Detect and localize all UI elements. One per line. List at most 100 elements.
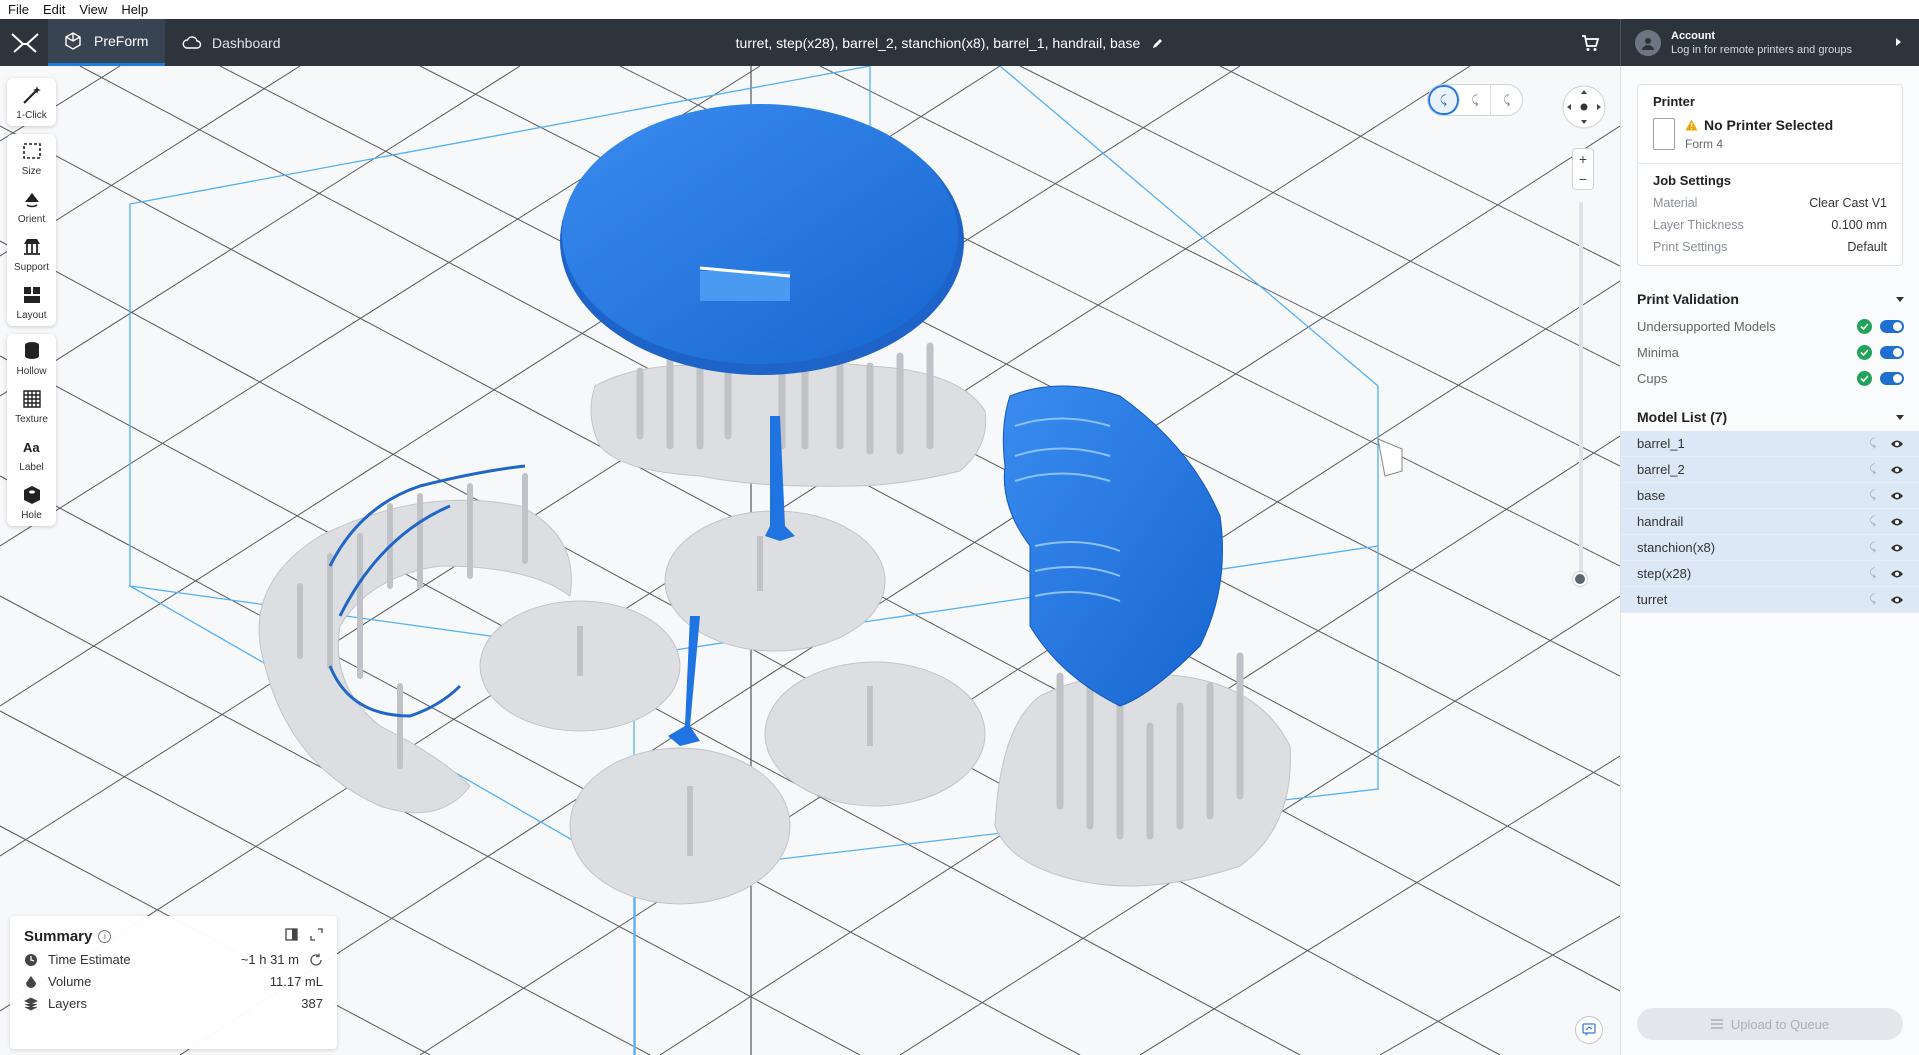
check-icon [1857, 344, 1872, 360]
tool-label: Orient [17, 213, 46, 225]
validation-toggle[interactable] [1880, 371, 1904, 385]
eye-icon[interactable] [1890, 517, 1904, 527]
model-list-item[interactable]: barrel_1 ⤹ [1621, 431, 1919, 457]
job-key: Print Settings [1653, 240, 1728, 254]
model-list-header[interactable]: Model List (7) [1621, 403, 1919, 431]
model-name: stanchion(x8) [1637, 540, 1716, 555]
tool-1-click[interactable]: 1-Click [7, 78, 56, 126]
build-platform-scene[interactable] [0, 66, 1620, 1055]
feedback-button[interactable] [1575, 1016, 1603, 1044]
eye-icon[interactable] [1890, 439, 1904, 449]
zoom-out-button[interactable]: − [1573, 169, 1593, 189]
support-status-icon: ⤹ [1869, 567, 1876, 579]
layout-icon [23, 286, 40, 303]
build-viewport[interactable]: 1-Click Size Orient Support Layout Hollo… [0, 66, 1620, 1055]
tool-label: Hollow [16, 365, 47, 377]
printer-row: No Printer Selected Form 4 [1653, 117, 1887, 151]
model-list-item[interactable]: stanchion(x8) ⤹ [1621, 535, 1919, 561]
menu-edit[interactable]: Edit [43, 2, 65, 17]
model-list-item[interactable]: barrel_2 ⤹ [1621, 457, 1919, 483]
view-mode-layers[interactable]: ⤹ [1491, 85, 1522, 115]
tool-orient[interactable]: Orient [7, 182, 56, 230]
tool-size[interactable]: Size [7, 134, 56, 182]
model-list-item[interactable]: turret ⤹ [1621, 587, 1919, 613]
info-icon[interactable]: i [98, 930, 112, 943]
tab-preform[interactable]: PreForm [48, 19, 165, 66]
model-list-item[interactable]: step(x28) ⤹ [1621, 561, 1919, 587]
validation-row: Cups [1621, 365, 1919, 391]
printer-card[interactable]: Printer No Printer Selected Form 4 Job S… [1637, 84, 1903, 266]
printer-section: Printer No Printer Selected Form 4 [1638, 85, 1902, 164]
summary-title: Summary [24, 928, 93, 945]
job-key: Layer Thickness [1653, 218, 1744, 232]
account-button[interactable]: Account Log in for remote printers and g… [1620, 19, 1919, 66]
model-list-item[interactable]: handrail ⤹ [1621, 509, 1919, 535]
navigation-pad[interactable] [1561, 84, 1607, 130]
eye-icon[interactable] [1890, 491, 1904, 501]
eye-icon[interactable] [1890, 595, 1904, 605]
model-list-title: Model List (7) [1637, 409, 1728, 425]
turret-disk-model[interactable] [560, 104, 964, 375]
tool-hollow[interactable]: Hollow [7, 334, 56, 382]
support-status-icon: ⤹ [1869, 515, 1876, 527]
printer-thumbnail-icon [1653, 118, 1675, 150]
tool-hole[interactable]: Hole [7, 478, 56, 526]
collapse-icon[interactable] [310, 928, 323, 941]
job-title[interactable]: turret, step(x28), barrel_2, stanchion(x… [600, 19, 1300, 66]
tool-label-tool[interactable]: Aa Label [7, 430, 56, 478]
menu-view[interactable]: View [79, 2, 107, 17]
layer-slider-handle[interactable] [1573, 572, 1587, 586]
validation-toggle[interactable] [1880, 345, 1904, 359]
tab-dashboard[interactable]: Dashboard [170, 19, 295, 66]
print-validation-header[interactable]: Print Validation [1621, 285, 1919, 313]
refresh-icon[interactable] [309, 953, 323, 967]
layers-icon [24, 997, 38, 1010]
summary-value: 11.17 mL [269, 974, 323, 989]
menu-help[interactable]: Help [121, 2, 148, 17]
panel-toggle-icon[interactable] [285, 928, 298, 941]
view-mode-supports[interactable]: ⤹ [1460, 85, 1492, 115]
orient-icon [24, 192, 39, 207]
cart-icon[interactable] [1580, 33, 1600, 53]
upload-to-queue-button[interactable]: Upload to Queue [1637, 1008, 1903, 1040]
tool-support[interactable]: Support [7, 230, 56, 278]
summary-row-layers: Layers 387 [24, 996, 323, 1011]
view-mode-scene[interactable]: ⤹ [1428, 85, 1460, 115]
summary-label: Layers [48, 996, 88, 1011]
texture-icon [22, 389, 41, 408]
formlabs-logo-icon[interactable] [10, 31, 40, 55]
turret-model[interactable] [994, 385, 1291, 887]
zoom-in-button[interactable]: + [1573, 149, 1593, 169]
account-text: Account Log in for remote printers and g… [1671, 30, 1852, 56]
summary-value: 387 [301, 996, 323, 1011]
eye-icon[interactable] [1890, 465, 1904, 475]
menu-bar: File Edit View Help [0, 0, 1919, 19]
check-icon [1857, 370, 1872, 386]
tool-texture[interactable]: Texture [7, 382, 56, 430]
tool-label: Label [19, 461, 44, 473]
eye-icon[interactable] [1890, 569, 1904, 579]
chevron-right-icon [1896, 38, 1901, 46]
model-list-item[interactable]: base ⤹ [1621, 483, 1919, 509]
pencil-icon[interactable] [1152, 37, 1164, 49]
layer-slider-track[interactable] [1579, 202, 1583, 582]
preform-cube-icon [65, 32, 81, 50]
summary-row-time: Time Estimate ~1 h 31 m [24, 952, 323, 967]
validation-row: Undersupported Models [1621, 313, 1919, 339]
validation-label: Cups [1637, 370, 1668, 386]
model-name: handrail [1637, 514, 1684, 529]
print-validation-title: Print Validation [1637, 291, 1739, 307]
model-name: turret [1637, 592, 1668, 607]
summary-row-volume: Volume 11.17 mL [24, 974, 323, 989]
tool-label: Texture [15, 413, 48, 425]
chevron-down-icon [1896, 414, 1904, 420]
menu-file[interactable]: File [8, 2, 29, 17]
tool-layout[interactable]: Layout [7, 278, 56, 326]
eye-icon[interactable] [1890, 543, 1904, 553]
warning-icon [1685, 119, 1698, 131]
support-status-icon: ⤹ [1869, 541, 1876, 553]
right-sidebar: Printer No Printer Selected Form 4 Job S… [1620, 66, 1919, 1055]
tool-label: Hole [21, 509, 42, 521]
app-header: PreForm Dashboard turret, step(x28), bar… [0, 19, 1919, 66]
validation-toggle[interactable] [1880, 319, 1904, 333]
